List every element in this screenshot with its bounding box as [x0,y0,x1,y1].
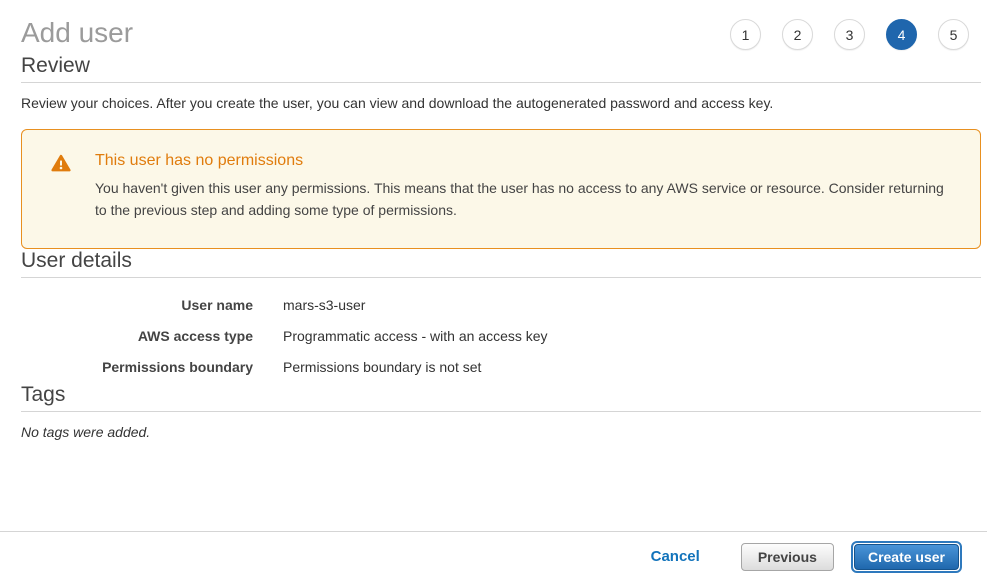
page-title: Add user [21,16,133,50]
step-circle-4: 4 [886,19,917,50]
page-content: Add user 1 2 3 4 5 Review Review your ch… [21,0,981,440]
step-circle-3: 3 [834,19,865,50]
user-name-value: mars-s3-user [283,297,365,314]
permissions-boundary-value: Permissions boundary is not set [283,359,481,376]
warning-title: This user has no permissions [95,151,951,170]
warning-text-block: This user has no permissions You haven't… [95,151,951,248]
no-permissions-warning: This user has no permissions You haven't… [21,129,981,249]
user-details-table: User name mars-s3-user AWS access type P… [21,290,981,383]
wizard-header: Add user 1 2 3 4 5 [21,0,981,54]
user-name-label: User name [21,297,253,314]
access-type-label: AWS access type [21,328,253,345]
previous-button[interactable]: Previous [741,543,834,571]
step-circle-2: 2 [782,19,813,50]
tags-divider [21,411,981,412]
access-type-value: Programmatic access - with an access key [283,328,548,345]
table-row: AWS access type Programmatic access - wi… [21,321,981,352]
permissions-boundary-label: Permissions boundary [21,359,253,376]
create-user-button[interactable]: Create user [854,544,959,570]
review-description: Review your choices. After you create th… [21,95,981,111]
tags-heading: Tags [21,383,981,407]
wizard-footer: Cancel Previous Create user [0,531,987,581]
create-user-focus-ring: Create user [851,541,962,573]
warning-body: You haven't given this user any permissi… [95,177,951,221]
user-details-divider [21,277,981,278]
step-circle-5: 5 [938,19,969,50]
step-circle-1: 1 [730,19,761,50]
review-divider [21,82,981,83]
table-row: Permissions boundary Permissions boundar… [21,352,981,383]
step-indicator-group: 1 2 3 4 5 [730,19,969,50]
cancel-button[interactable]: Cancel [651,548,700,565]
tags-empty-message: No tags were added. [21,424,981,440]
user-details-heading: User details [21,249,981,273]
table-row: User name mars-s3-user [21,290,981,321]
review-heading: Review [21,54,981,78]
warning-triangle-icon [51,153,71,173]
